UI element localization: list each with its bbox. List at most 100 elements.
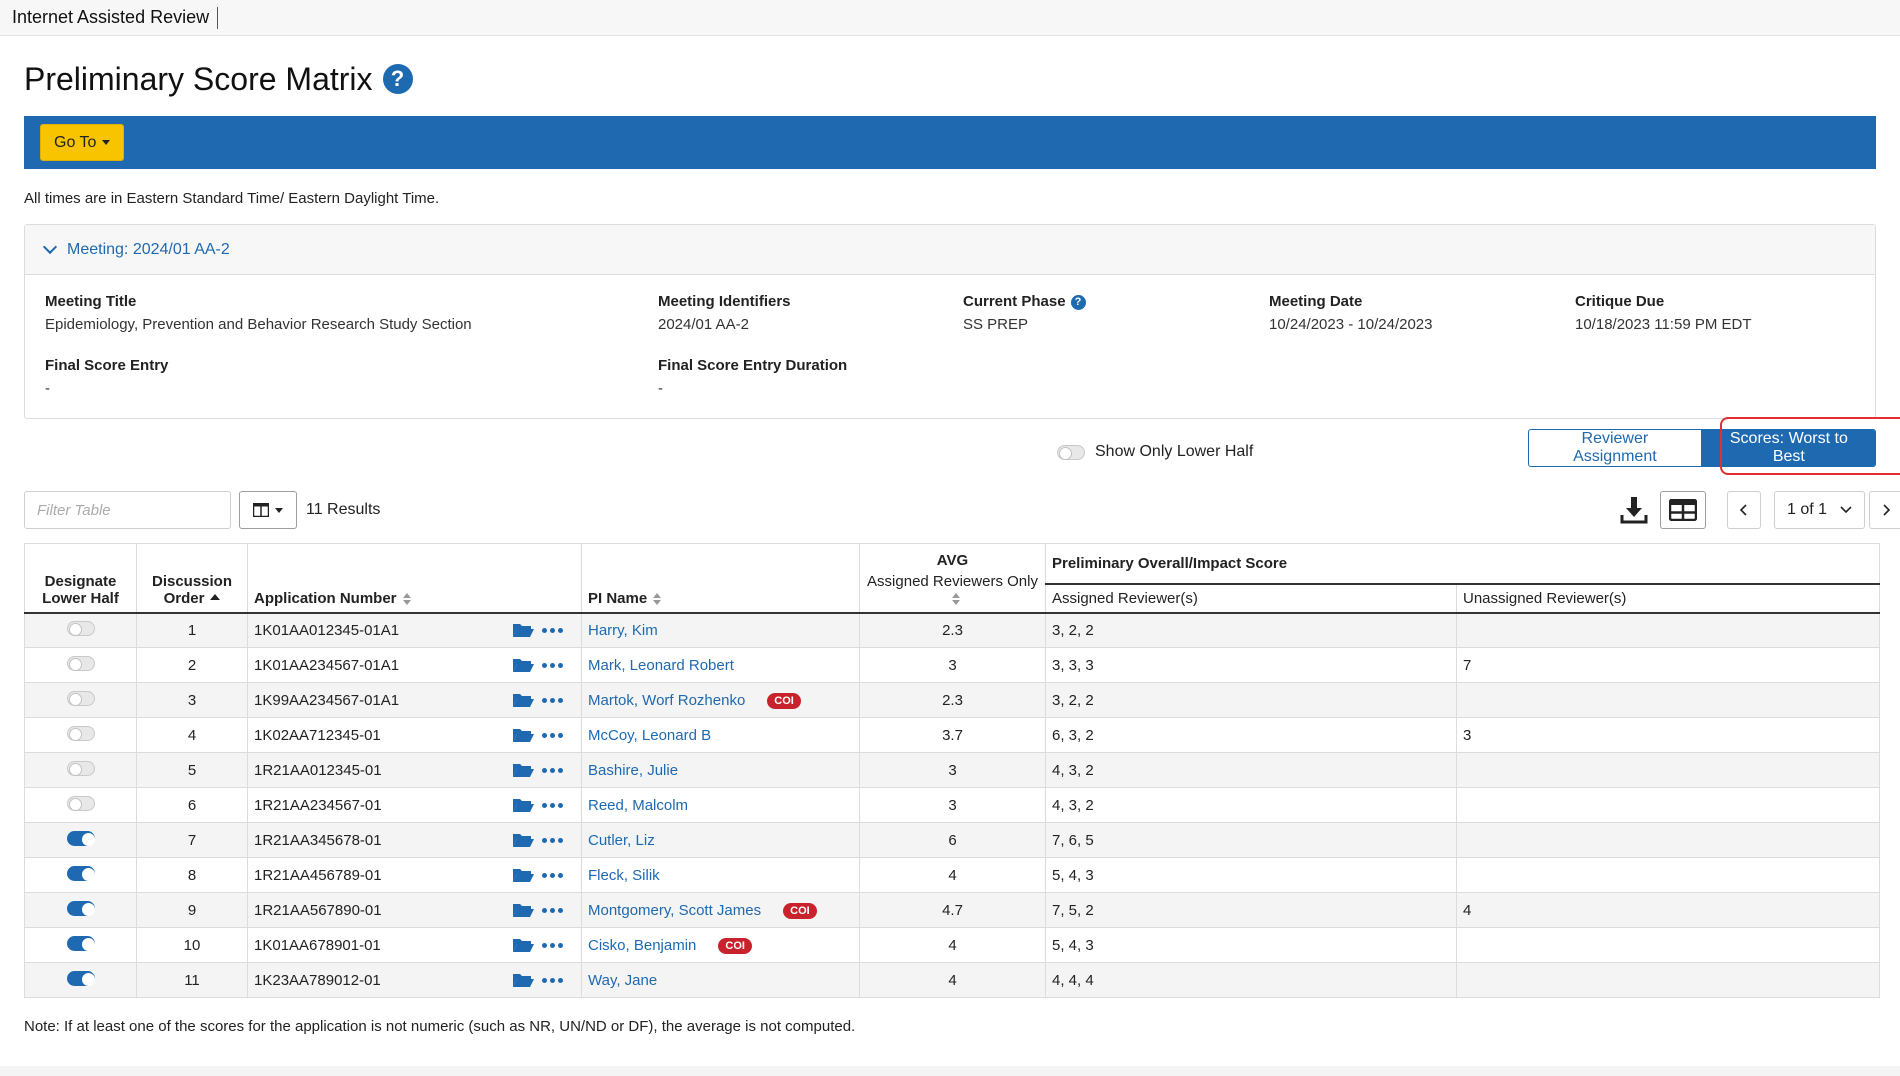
pi-name-link[interactable]: Martok, Worf Rozhenko bbox=[588, 692, 745, 709]
unassigned-scores-cell: 3 bbox=[1456, 717, 1880, 753]
designate-lower-half-toggle[interactable] bbox=[66, 690, 95, 706]
table-row: 3 1K99AA234567-01A1 Martok, Worf Rozhenko C… bbox=[24, 682, 1880, 718]
more-options-icon[interactable] bbox=[542, 872, 563, 878]
assigned-scores-cell: 7, 6, 5 bbox=[1045, 822, 1457, 858]
table-row: 8 1R21AA456789-01 Fleck, Silik 4 5, 4, 3 bbox=[24, 857, 1880, 893]
application-number-cell: 1R21AA567890-01 bbox=[247, 892, 582, 928]
more-options-icon[interactable] bbox=[542, 837, 563, 843]
folder-open-icon[interactable] bbox=[512, 762, 534, 778]
designate-cell bbox=[24, 752, 137, 788]
designate-cell bbox=[24, 822, 137, 858]
help-icon[interactable]: ? bbox=[382, 64, 413, 94]
pi-name-link[interactable]: Montgomery, Scott James bbox=[588, 902, 761, 919]
pi-name-header[interactable]: PI Name bbox=[581, 543, 860, 614]
pi-name-link[interactable]: Bashire, Julie bbox=[588, 762, 678, 779]
table-view-button[interactable] bbox=[1660, 491, 1706, 529]
designate-lower-half-toggle[interactable] bbox=[66, 725, 95, 741]
meeting-identifiers-field: Meeting Identifiers 2024/01 AA-2 bbox=[658, 293, 791, 333]
phase-help-icon[interactable]: ? bbox=[1070, 294, 1086, 310]
designate-cell bbox=[24, 612, 137, 648]
pi-name-cell: Martok, Worf Rozhenko COI bbox=[581, 682, 860, 718]
designate-lower-half-toggle[interactable] bbox=[66, 935, 95, 951]
assigned-scores-cell: 5, 4, 3 bbox=[1045, 857, 1457, 893]
more-options-icon[interactable] bbox=[542, 977, 563, 983]
discussion-order-header[interactable]: Discussion Order bbox=[136, 543, 248, 614]
avg-score-cell: 3 bbox=[859, 647, 1046, 683]
more-options-icon[interactable] bbox=[542, 662, 563, 668]
lower-half-toggle[interactable] bbox=[1057, 444, 1085, 460]
designate-lower-half-toggle[interactable] bbox=[66, 970, 95, 986]
folder-open-icon[interactable] bbox=[512, 937, 534, 953]
more-options-icon[interactable] bbox=[542, 802, 563, 808]
pi-name-cell: Bashire, Julie bbox=[581, 752, 860, 788]
more-options-icon[interactable] bbox=[542, 767, 563, 773]
designate-cell bbox=[24, 647, 137, 683]
folder-open-icon[interactable] bbox=[512, 622, 534, 638]
filter-table-input[interactable] bbox=[24, 491, 231, 529]
designate-lower-half-toggle[interactable] bbox=[66, 795, 95, 811]
folder-open-icon[interactable] bbox=[512, 902, 534, 918]
meeting-panel-toggle[interactable]: Meeting: 2024/01 AA-2 bbox=[25, 225, 1875, 275]
designate-lower-half-toggle[interactable] bbox=[66, 830, 95, 846]
more-options-icon[interactable] bbox=[542, 627, 563, 633]
designate-lower-half-toggle[interactable] bbox=[66, 620, 95, 636]
folder-open-icon[interactable] bbox=[512, 832, 534, 848]
pi-name-cell: Mark, Leonard Robert bbox=[581, 647, 860, 683]
folder-open-icon[interactable] bbox=[512, 727, 534, 743]
column-chooser-button[interactable] bbox=[239, 491, 297, 529]
go-to-button[interactable]: Go To bbox=[40, 124, 125, 161]
chevron-left-icon bbox=[1739, 504, 1747, 516]
current-phase-value: SS PREP bbox=[963, 316, 1029, 333]
final-score-entry-label: Final Score Entry bbox=[45, 357, 169, 374]
more-options-icon[interactable] bbox=[542, 942, 563, 948]
designate-lower-half-toggle[interactable] bbox=[66, 760, 95, 776]
application-number-header[interactable]: Application Number bbox=[247, 543, 582, 614]
application-number-cell: 1R21AA345678-01 bbox=[247, 822, 582, 858]
meeting-title-value: Epidemiology, Prevention and Behavior Re… bbox=[45, 316, 472, 333]
application-number-cell: 1K01AA234567-01A1 bbox=[247, 647, 582, 683]
more-options-icon[interactable] bbox=[542, 907, 563, 913]
assigned-scores-cell: 3, 2, 2 bbox=[1045, 682, 1457, 718]
folder-open-icon[interactable] bbox=[512, 972, 534, 988]
pi-name-link[interactable]: Way, Jane bbox=[588, 972, 657, 989]
application-number: 1R21AA456789-01 bbox=[254, 866, 382, 884]
assigned-scores-cell: 4, 4, 4 bbox=[1045, 962, 1457, 998]
pi-name-link[interactable]: Harry, Kim bbox=[588, 622, 658, 639]
application-number-cell: 1K23AA789012-01 bbox=[247, 962, 582, 998]
avg-header[interactable]: AVG Assigned Reviewers Only bbox=[859, 543, 1046, 614]
previous-page-button[interactable] bbox=[1727, 491, 1761, 529]
footer-strip bbox=[0, 1066, 1900, 1076]
final-score-duration-label: Final Score Entry Duration bbox=[658, 357, 848, 374]
more-options-icon[interactable] bbox=[542, 732, 563, 738]
designate-lower-half-toggle[interactable] bbox=[66, 900, 95, 916]
more-options-icon[interactable] bbox=[542, 697, 563, 703]
pi-name-link[interactable]: Fleck, Silik bbox=[588, 867, 660, 884]
next-page-button[interactable] bbox=[1869, 491, 1900, 529]
pi-name-link[interactable]: Reed, Malcolm bbox=[588, 797, 688, 814]
application-number-cell: 1K02AA712345-01 bbox=[247, 717, 582, 753]
designate-lower-half-toggle[interactable] bbox=[66, 655, 95, 671]
designate-lower-half-toggle[interactable] bbox=[66, 865, 95, 881]
critique-due-label: Critique Due bbox=[1575, 293, 1665, 310]
footnote: Note: If at least one of the scores for … bbox=[24, 1018, 856, 1035]
sort-icon bbox=[653, 592, 662, 605]
discussion-order-cell: 9 bbox=[136, 892, 248, 928]
folder-open-icon[interactable] bbox=[512, 797, 534, 813]
final-score-duration-field: Final Score Entry Duration - bbox=[658, 357, 847, 397]
table-row: 4 1K02AA712345-01 McCoy, Leonard B 3.7 6, 3,… bbox=[24, 717, 1880, 753]
download-icon[interactable] bbox=[1617, 493, 1651, 527]
folder-open-icon[interactable] bbox=[512, 657, 534, 673]
pi-name-link[interactable]: Cutler, Liz bbox=[588, 832, 655, 849]
meeting-title-label: Meeting Title bbox=[45, 293, 137, 310]
discussion-order-cell: 10 bbox=[136, 927, 248, 963]
table-row: 10 1K01AA678901-01 Cisko, Benjamin COI 4 5, 4… bbox=[24, 927, 1880, 963]
pi-name-link[interactable]: Cisko, Benjamin bbox=[588, 937, 696, 954]
pi-name-link[interactable]: McCoy, Leonard B bbox=[588, 727, 711, 744]
folder-open-icon[interactable] bbox=[512, 867, 534, 883]
pi-name-link[interactable]: Mark, Leonard Robert bbox=[588, 657, 734, 674]
scores-worst-to-best-button[interactable]: Scores: Worst to Best bbox=[1701, 429, 1876, 467]
page-select[interactable]: 1 of 1 bbox=[1774, 491, 1865, 529]
page-content: Preliminary Score Matrix ? Go To All tim… bbox=[0, 36, 1900, 1035]
folder-open-icon[interactable] bbox=[512, 692, 534, 708]
reviewer-assignment-button[interactable]: Reviewer Assignment bbox=[1528, 429, 1702, 467]
